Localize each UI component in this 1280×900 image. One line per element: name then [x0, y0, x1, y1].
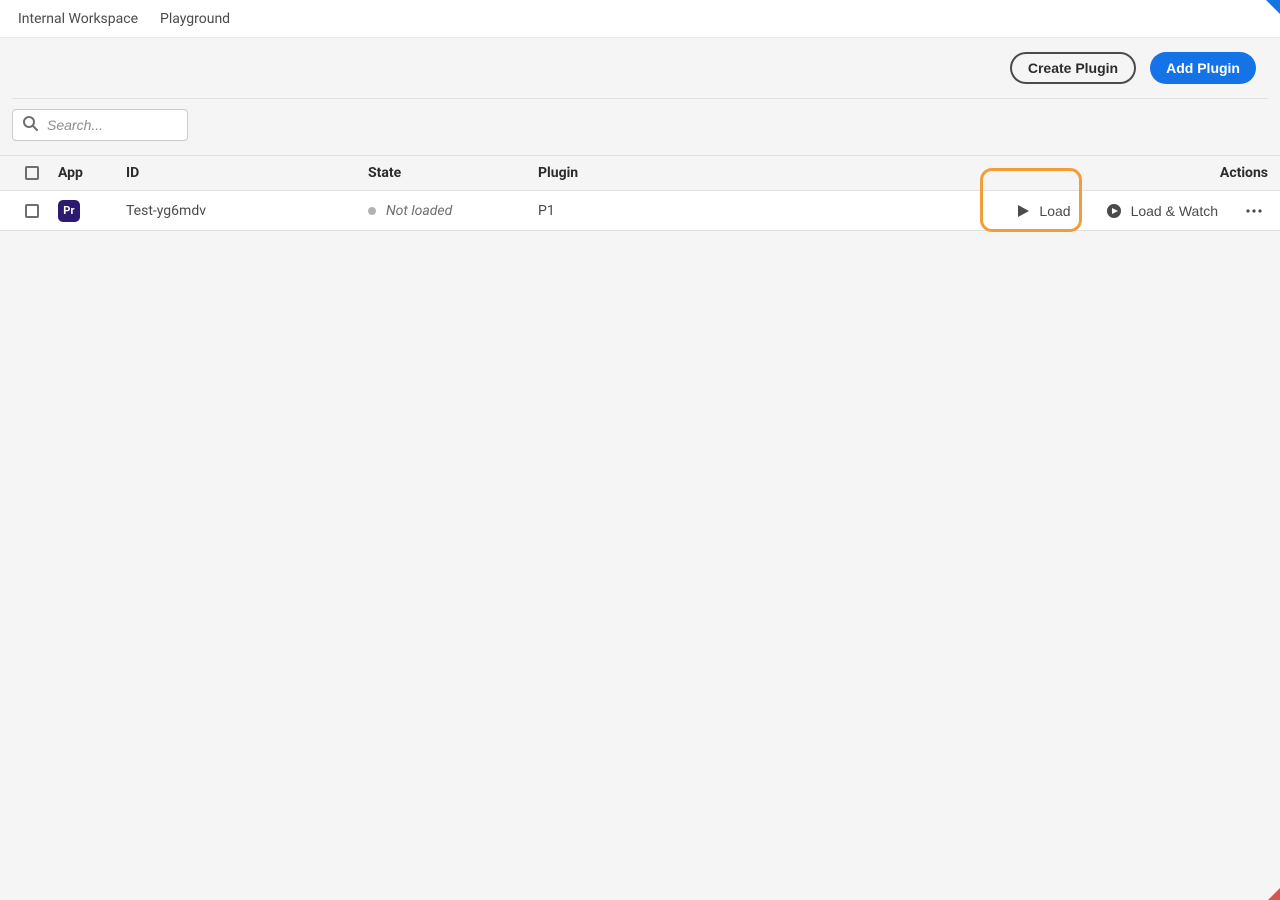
add-plugin-button[interactable]: Add Plugin: [1150, 52, 1256, 84]
table-header: App ID State Plugin Actions: [0, 155, 1280, 191]
plugins-table: App ID State Plugin Actions Pr Test-yg6m…: [0, 155, 1280, 231]
play-icon: [1017, 205, 1029, 217]
more-actions-button[interactable]: [1240, 195, 1268, 227]
select-all-checkbox[interactable]: [25, 166, 39, 180]
column-header-state: State: [368, 165, 538, 181]
column-header-app: App: [52, 165, 126, 181]
search-bar: [0, 99, 1280, 155]
load-watch-button-label: Load & Watch: [1131, 203, 1218, 219]
nav-internal-workspace[interactable]: Internal Workspace: [18, 11, 138, 27]
corner-decoration-top: [1266, 0, 1280, 14]
corner-decoration-bottom: [1268, 888, 1280, 900]
row-id: Test-yg6mdv: [126, 203, 368, 219]
row-state: Not loaded: [386, 203, 452, 219]
nav-playground[interactable]: Playground: [160, 11, 230, 27]
column-header-id: ID: [126, 165, 368, 181]
toolbar: Create Plugin Add Plugin: [12, 38, 1268, 99]
more-icon: [1246, 209, 1262, 213]
row-checkbox[interactable]: [25, 204, 39, 218]
column-header-plugin: Plugin: [538, 165, 978, 181]
column-header-actions: Actions: [978, 165, 1268, 181]
search-icon: [22, 115, 38, 135]
create-plugin-button[interactable]: Create Plugin: [1010, 52, 1136, 84]
table-row: Pr Test-yg6mdv Not loaded P1 Load Load &…: [0, 191, 1280, 231]
load-button[interactable]: Load: [1003, 195, 1084, 227]
play-circle-icon: [1107, 204, 1121, 218]
load-watch-button[interactable]: Load & Watch: [1093, 195, 1232, 227]
top-nav: Internal Workspace Playground: [0, 0, 1280, 38]
row-plugin: P1: [538, 203, 978, 219]
app-icon-premiere: Pr: [58, 200, 80, 222]
status-dot-icon: [368, 207, 376, 215]
search-input[interactable]: [12, 109, 188, 141]
load-button-label: Load: [1039, 203, 1070, 219]
